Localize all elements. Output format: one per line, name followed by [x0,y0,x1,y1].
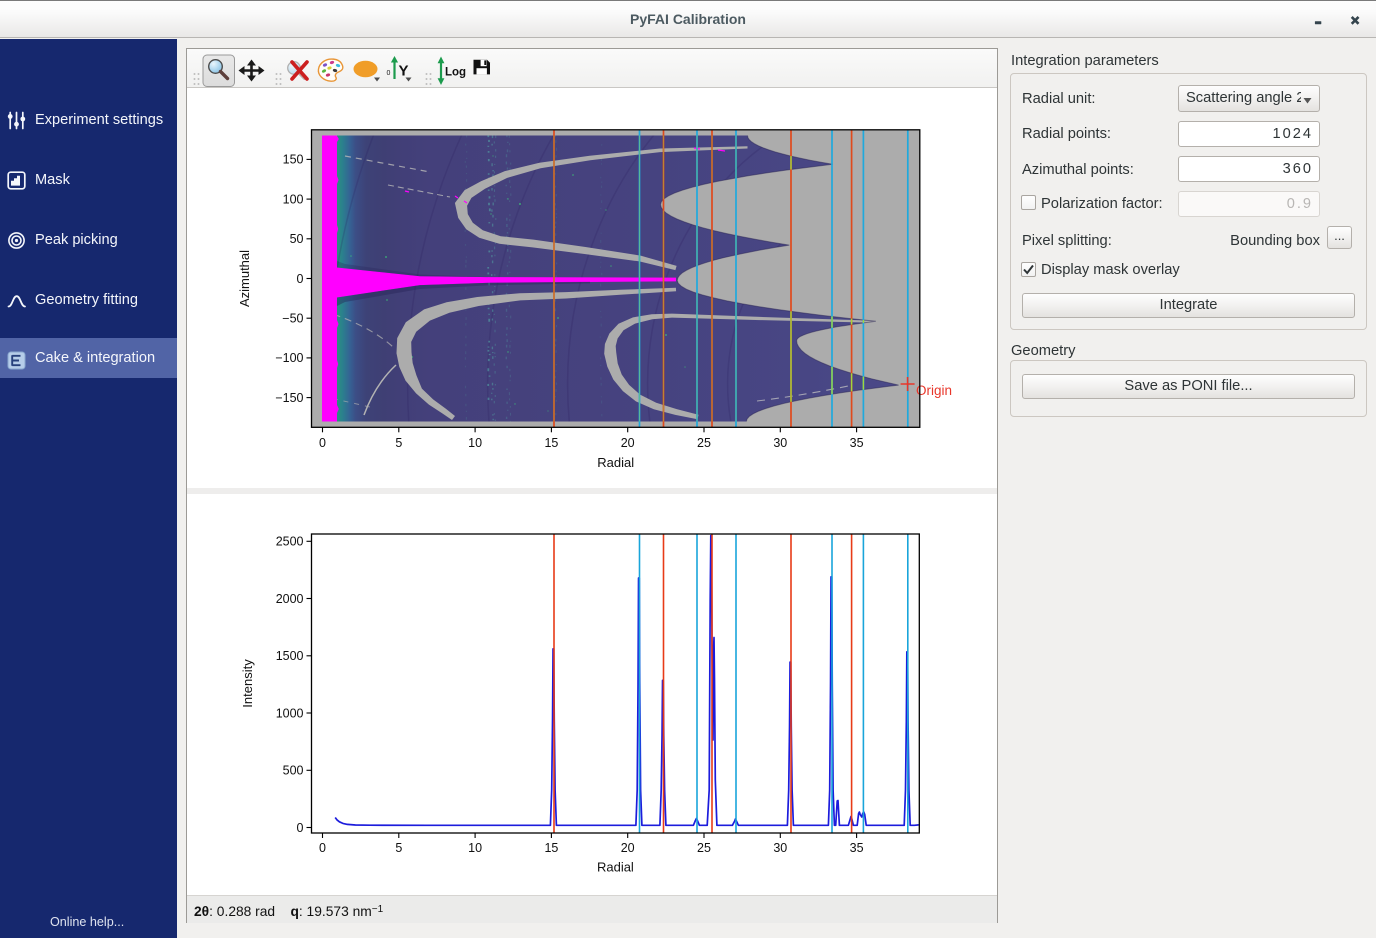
svg-text:0: 0 [319,436,326,450]
svg-text:500: 500 [283,764,304,778]
svg-text:25: 25 [697,841,711,855]
svg-text:35: 35 [850,841,864,855]
svg-text:15: 15 [544,841,558,855]
svg-text:0: 0 [297,272,304,286]
svg-text:2500: 2500 [276,535,304,549]
svg-text:15: 15 [544,436,558,450]
svg-text:Radial: Radial [597,455,634,470]
svg-text:−50: −50 [282,312,303,326]
svg-text:1500: 1500 [276,649,304,663]
svg-text:Origin: Origin [916,383,952,398]
svg-text:1000: 1000 [276,706,304,720]
svg-text:5: 5 [395,436,402,450]
svg-text:Intensity: Intensity [240,659,255,708]
svg-text:10: 10 [468,436,482,450]
svg-text:20: 20 [621,436,635,450]
svg-text:0: 0 [319,841,326,855]
svg-text:25: 25 [697,436,711,450]
svg-text:2000: 2000 [276,592,304,606]
svg-text:20: 20 [621,841,635,855]
svg-text:30: 30 [773,436,787,450]
svg-text:−150: −150 [275,391,303,405]
svg-text:Radial: Radial [597,860,634,875]
svg-text:5: 5 [395,841,402,855]
svg-text:100: 100 [283,192,304,206]
svg-text:0: 0 [297,821,304,835]
svg-text:150: 150 [283,153,304,167]
svg-text:10: 10 [468,841,482,855]
svg-text:−100: −100 [275,351,303,365]
svg-text:Azimuthal: Azimuthal [237,250,252,307]
svg-text:30: 30 [773,841,787,855]
svg-text:50: 50 [290,232,304,246]
svg-text:35: 35 [850,436,864,450]
